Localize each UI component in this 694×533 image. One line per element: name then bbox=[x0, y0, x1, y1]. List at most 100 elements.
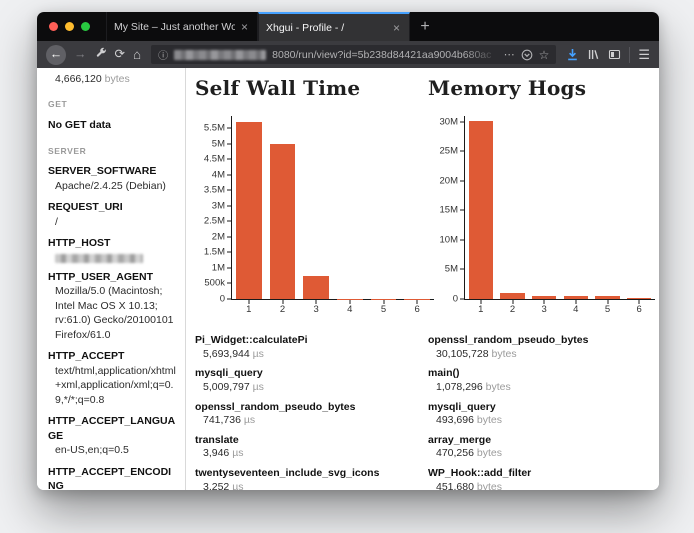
chart-bar[interactable] bbox=[500, 293, 524, 299]
y-axis-tick-label: 25M bbox=[440, 146, 458, 157]
x-axis-tick-label: 5 bbox=[605, 304, 610, 315]
chart-bar[interactable] bbox=[564, 296, 588, 299]
y-axis-tick-label: 10M bbox=[440, 234, 458, 245]
y-axis-tick-label: 2M bbox=[212, 231, 225, 242]
close-tab-icon[interactable]: × bbox=[391, 22, 402, 34]
sidebar-key: HTTP_ACCEPT_LANGUAGE bbox=[48, 414, 177, 443]
x-axis-tick-label: 4 bbox=[573, 304, 578, 315]
y-axis-tick-label: 5M bbox=[212, 138, 225, 149]
chart-bar[interactable] bbox=[532, 296, 556, 299]
chart-bar[interactable] bbox=[270, 144, 296, 299]
function-value: 470,256 bytes bbox=[428, 447, 659, 461]
y-axis-tick bbox=[460, 151, 464, 152]
unit-label: bytes bbox=[474, 447, 502, 459]
sidebar-toggle-icon[interactable] bbox=[608, 48, 621, 61]
function-name: array_merge bbox=[428, 434, 659, 448]
minimize-window-button[interactable] bbox=[65, 22, 74, 31]
profile-column-memory-hogs: Memory Hogs05M10M15M20M25M30M123456opens… bbox=[428, 74, 659, 490]
sidebar-value: en-US,en;q=0.5 bbox=[48, 443, 177, 457]
y-axis-tick bbox=[227, 299, 231, 300]
pocket-icon[interactable] bbox=[521, 49, 533, 61]
home-button[interactable]: ⌂ bbox=[133, 48, 141, 62]
chart-bar[interactable] bbox=[469, 121, 493, 299]
bookmark-star-icon[interactable]: ☆ bbox=[539, 48, 550, 62]
unit-label: bytes bbox=[474, 414, 502, 426]
url-bar[interactable]: ⓘ 8080/run/view?id=5b238d84421aa9004b680… bbox=[151, 45, 556, 64]
toolbar-separator bbox=[629, 47, 630, 63]
y-axis-tick-label: 1M bbox=[212, 262, 225, 273]
x-axis-tick-label: 4 bbox=[347, 304, 352, 315]
x-axis-tick-label: 2 bbox=[280, 304, 285, 315]
profile-column-self-wall-time: Self Wall Time0500k1M1.5M2M2.5M3M3.5M4M4… bbox=[195, 74, 424, 490]
y-axis-tick bbox=[227, 236, 231, 237]
y-axis-tick-label: 20M bbox=[440, 175, 458, 186]
value: 4,666,120 bbox=[55, 73, 102, 85]
tab-my-site[interactable]: My Site – Just another WordPress s × bbox=[106, 12, 258, 41]
reload-button[interactable]: ⟳ bbox=[115, 48, 125, 61]
sidebar-key: REQUEST_URI bbox=[48, 200, 177, 214]
page-content: 4,666,120 bytes GETNo GET dataSERVERSERV… bbox=[37, 68, 659, 490]
chart-bar[interactable] bbox=[236, 122, 262, 299]
function-name: Pi_Widget::calculatePi bbox=[195, 334, 424, 348]
chart-bar[interactable] bbox=[303, 276, 329, 299]
hamburger-menu-icon[interactable]: ☰ bbox=[638, 48, 650, 61]
navigation-toolbar: ← → ⟳ ⌂ ⓘ 8080/run/view?id=5b238d84421aa… bbox=[37, 41, 659, 68]
unit-label: bytes bbox=[105, 73, 130, 85]
unit-label: µs bbox=[250, 381, 264, 393]
library-icon[interactable] bbox=[587, 48, 600, 61]
y-axis-tick bbox=[460, 210, 464, 211]
memory-usage-value: 4,666,120 bytes bbox=[48, 72, 177, 86]
x-axis-tick-label: 3 bbox=[314, 304, 319, 315]
y-axis-tick-label: 5M bbox=[445, 264, 458, 275]
chart-bar[interactable] bbox=[627, 298, 651, 299]
function-name: mysqli_query bbox=[195, 367, 424, 381]
function-value: 3,946 µs bbox=[195, 447, 424, 461]
y-axis-tick-label: 0 bbox=[220, 294, 225, 305]
function-value: 741,736 µs bbox=[195, 414, 424, 428]
function-name: openssl_random_pseudo_bytes bbox=[195, 401, 424, 415]
url-text[interactable]: 8080/run/view?id=5b238d84421aa9004b680ac bbox=[272, 49, 497, 61]
y-axis-tick bbox=[460, 269, 464, 270]
back-button[interactable]: ← bbox=[46, 45, 66, 65]
x-axis-tick-label: 3 bbox=[542, 304, 547, 315]
y-axis-tick bbox=[227, 221, 231, 222]
y-axis-tick bbox=[460, 299, 464, 300]
close-tab-icon[interactable]: × bbox=[239, 21, 250, 33]
unit-label: µs bbox=[241, 414, 255, 426]
y-axis-tick bbox=[227, 174, 231, 175]
unit-label: bytes bbox=[483, 381, 511, 393]
sidebar-key: HTTP_ACCEPT_ENCODING bbox=[48, 465, 177, 490]
sidebar-key: HTTP_ACCEPT bbox=[48, 349, 177, 363]
tab-xhgui-profile[interactable]: Xhgui - Profile - / × bbox=[258, 12, 410, 41]
sidebar-key: HTTP_HOST bbox=[48, 236, 177, 250]
download-button[interactable] bbox=[566, 48, 579, 61]
wrench-icon[interactable] bbox=[95, 47, 107, 62]
sidebar-key: SERVER_SOFTWARE bbox=[48, 164, 177, 178]
close-window-button[interactable] bbox=[49, 22, 58, 31]
y-axis-tick-label: 500k bbox=[204, 278, 225, 289]
function-name: twentyseventeen_include_svg_icons bbox=[195, 467, 424, 481]
new-tab-button[interactable]: + bbox=[410, 12, 440, 41]
zoom-window-button[interactable] bbox=[81, 22, 90, 31]
forward-button[interactable]: → bbox=[74, 48, 87, 61]
y-axis-tick bbox=[227, 205, 231, 206]
function-value: 30,105,728 bytes bbox=[428, 348, 659, 362]
function-list-memory-hogs: openssl_random_pseudo_bytes30,105,728 by… bbox=[428, 334, 659, 490]
site-info-icon[interactable]: ⓘ bbox=[158, 47, 168, 62]
value: 5,009,797 bbox=[203, 381, 250, 393]
back-icon: ← bbox=[50, 48, 63, 61]
y-axis-tick-label: 4.5M bbox=[204, 154, 225, 165]
chart-bar[interactable] bbox=[595, 296, 619, 299]
value: 741,736 bbox=[203, 414, 241, 426]
function-name: mysqli_query bbox=[428, 401, 659, 415]
y-axis-tick bbox=[227, 159, 231, 160]
unit-label: µs bbox=[229, 481, 243, 490]
page-actions-icon[interactable]: ⋯ bbox=[504, 48, 515, 61]
unit-label: µs bbox=[250, 348, 264, 360]
sidebar-sections: GETNo GET dataSERVERSERVER_SOFTWAREApach… bbox=[48, 99, 177, 490]
function-value: 451,680 bytes bbox=[428, 481, 659, 490]
tab-title: My Site – Just another WordPress s bbox=[114, 21, 235, 33]
sidebar-value: text/html,application/xhtml+xml,applicat… bbox=[48, 364, 177, 407]
profile-columns: Self Wall Time0500k1M1.5M2M2.5M3M3.5M4M4… bbox=[195, 74, 659, 490]
unit-label: bytes bbox=[489, 348, 517, 360]
